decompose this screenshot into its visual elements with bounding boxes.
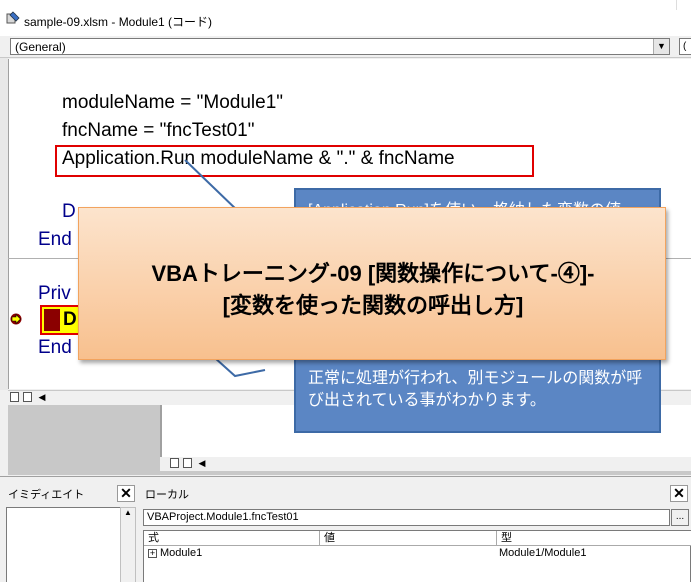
vbe-code-window: sample-09.xlsm - Module1 (コード) (General)…: [0, 0, 691, 582]
chevron-down-icon[interactable]: ▼: [653, 39, 669, 54]
column-header-expression[interactable]: 式: [144, 531, 320, 546]
banner-title-line1: VBAトレーニング-09 [関数操作について-④]-: [151, 261, 595, 286]
code-line[interactable]: fncName = "fncTest01": [62, 120, 255, 142]
procedure-dropdown[interactable]: (: [679, 38, 691, 55]
callout-body-text: 正常に処理が行われ、別モジュールの関数が呼び出されている事がわかります。: [308, 370, 643, 409]
row-type: Module1/Module1: [499, 547, 587, 559]
full-module-view-icon[interactable]: [183, 458, 192, 468]
locals-grid[interactable]: 式 値 型 + Module1 Module1/Module1: [143, 530, 691, 582]
column-header-value[interactable]: 値: [320, 531, 497, 546]
locals-window-title: ローカル: [145, 489, 189, 501]
immediate-window[interactable]: [6, 507, 136, 582]
vba-module-icon: [6, 11, 20, 24]
current-statement-text[interactable]: D: [63, 309, 77, 331]
code-line[interactable]: D: [62, 201, 76, 223]
title-banner: VBAトレーニング-09 [関数操作について-④]- [変数を使った関数の呼出し…: [78, 207, 666, 360]
code-line[interactable]: moduleName = "Module1": [62, 92, 283, 114]
scroll-left-icon[interactable]: ◀: [36, 392, 48, 403]
bottom-panels: イミディエイト ✕ ▲ ローカル ✕ VBAProject.Module1.fn…: [0, 476, 691, 582]
code-line[interactable]: Priv: [38, 283, 71, 305]
scroll-left-icon[interactable]: ◀: [196, 458, 208, 469]
close-icon[interactable]: ✕: [117, 485, 135, 502]
code-line[interactable]: End: [38, 229, 72, 251]
breakpoint-marker: [44, 309, 60, 331]
immediate-vscroll[interactable]: ▲: [120, 507, 136, 582]
procedure-view-icon[interactable]: [10, 392, 19, 402]
margin-indicator-bar[interactable]: [0, 58, 8, 390]
call-stack-button[interactable]: ...: [671, 509, 689, 526]
code-line[interactable]: End: [38, 337, 72, 359]
title-bar: sample-09.xlsm - Module1 (コード): [0, 0, 691, 36]
execution-pointer-icon: [10, 313, 22, 325]
object-dropdown[interactable]: (General) ▼: [10, 38, 670, 55]
window-title: sample-09.xlsm - Module1 (コード): [24, 15, 213, 29]
row-expression: Module1: [160, 547, 203, 559]
expand-icon[interactable]: +: [148, 548, 157, 558]
object-dropdown-value: (General): [15, 40, 66, 54]
column-header-type[interactable]: 型: [497, 531, 691, 546]
close-icon[interactable]: ✕: [670, 485, 688, 502]
immediate-window-title: イミディエイト: [8, 489, 85, 501]
banner-title-line2: [変数を使った関数の呼出し方]: [222, 293, 524, 318]
current-statement-highlight: D: [40, 305, 80, 335]
combo-row: (General) ▼ (: [0, 36, 691, 58]
highlight-frame: [55, 145, 534, 177]
full-module-view-icon[interactable]: [23, 392, 32, 402]
window-close-button[interactable]: [676, 0, 691, 10]
procedure-view-icon[interactable]: [170, 458, 179, 468]
table-row[interactable]: + Module1: [148, 546, 202, 560]
second-hscroll-row: ◀: [160, 457, 691, 471]
locals-context: VBAProject.Module1.fncTest01: [143, 509, 670, 526]
